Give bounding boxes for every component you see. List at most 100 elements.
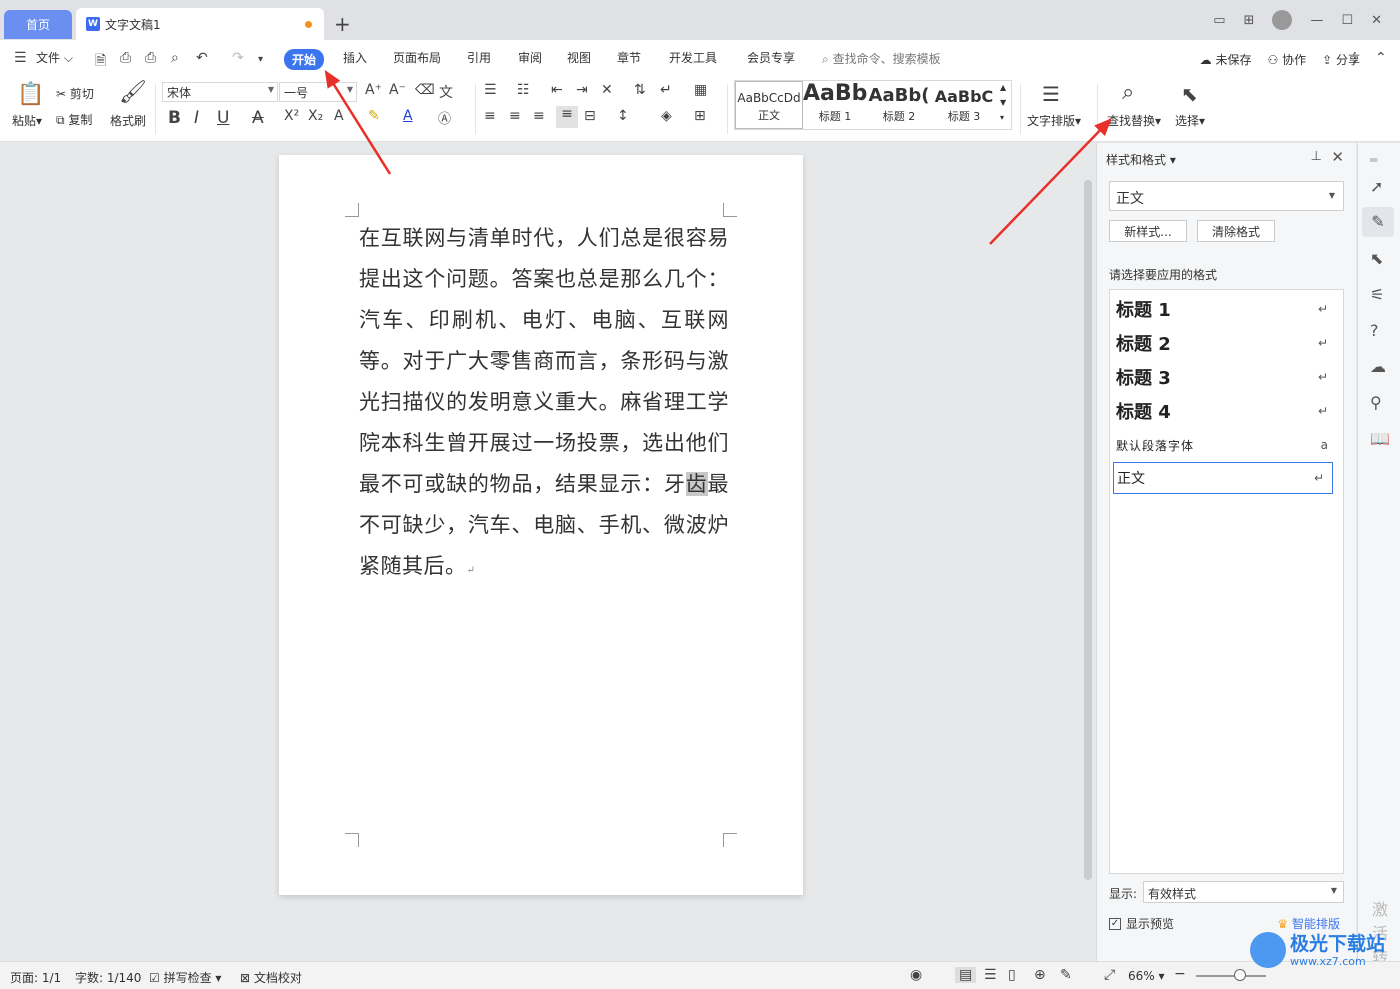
select-pointer-icon[interactable]: ⬉ bbox=[1181, 82, 1198, 106]
write-view-icon[interactable]: ✎ bbox=[1060, 967, 1072, 983]
distribute-icon[interactable]: ⊟ bbox=[584, 108, 596, 124]
italic-icon[interactable]: I bbox=[194, 108, 199, 128]
text-layout-button[interactable]: 文字排版▾ bbox=[1027, 112, 1081, 129]
phonetic-guide-icon[interactable]: 文 bbox=[439, 82, 453, 102]
minimize-icon[interactable]: — bbox=[1310, 13, 1323, 28]
find-replace-button[interactable]: 查找替换▾ bbox=[1107, 112, 1161, 129]
zoom-slider-knob[interactable] bbox=[1234, 969, 1246, 981]
magnifier-icon[interactable]: ⌕ bbox=[1122, 80, 1134, 105]
collaborate-button[interactable]: ⚇ 协作 bbox=[1267, 51, 1306, 68]
pin-icon[interactable]: ⊥ bbox=[1311, 149, 1322, 164]
document-page[interactable]: 在互联网与清单时代，人们总是很容易提出这个问题。答案也总是那么几个：汽车、印刷机… bbox=[279, 155, 803, 895]
outline-view-icon[interactable]: ☰ bbox=[984, 967, 997, 983]
show-preview-toggle[interactable]: ✓ 显示预览 bbox=[1109, 915, 1174, 932]
styles-panel-title[interactable]: 样式和格式 ▾ bbox=[1106, 151, 1176, 168]
style-list-item-default-font[interactable]: 默认段落字体 a bbox=[1116, 430, 1336, 460]
sort-icon[interactable]: ⇅ bbox=[634, 82, 646, 98]
text-effect-icon[interactable]: A bbox=[334, 108, 344, 124]
show-marks-icon[interactable]: ↵ bbox=[660, 82, 672, 98]
show-filter-select[interactable]: 有效样式 ▼ bbox=[1143, 881, 1344, 903]
save-icon[interactable]: 🗎 bbox=[95, 50, 106, 74]
current-style-select[interactable]: 正文 ▼ bbox=[1109, 181, 1344, 211]
word-count[interactable]: 字数: 1/140 bbox=[75, 969, 141, 986]
more-options-icon[interactable]: ⋮ bbox=[1348, 50, 1362, 66]
backup-icon[interactable]: ☁ bbox=[1370, 357, 1386, 376]
style-heading2[interactable]: AaBb( 标题 2 bbox=[867, 81, 931, 129]
web-view-icon[interactable]: ⊕ bbox=[1034, 967, 1046, 983]
char-border-icon[interactable]: Ⓐ bbox=[438, 108, 451, 127]
decrease-indent-icon[interactable]: ⇤ bbox=[551, 82, 563, 98]
paste-icon[interactable]: 📋 bbox=[17, 82, 44, 107]
close-window-icon[interactable]: ✕ bbox=[1371, 13, 1382, 28]
style-heading1[interactable]: AaBb 标题 1 bbox=[803, 81, 867, 129]
command-search[interactable]: ⌕ 查找命令、搜索模板 bbox=[822, 50, 941, 67]
zoom-slider[interactable] bbox=[1196, 969, 1266, 981]
document-body-text[interactable]: 在互联网与清单时代，人们总是很容易提出这个问题。答案也总是那么几个：汽车、印刷机… bbox=[359, 218, 729, 591]
text-layout-icon[interactable]: ☰ bbox=[1042, 82, 1060, 106]
doc-proof-button[interactable]: ⊠ 文档校对 bbox=[240, 969, 302, 986]
zoom-level[interactable]: 66% ▾ bbox=[1128, 969, 1165, 983]
line-spacing-icon[interactable]: ↕ bbox=[617, 108, 629, 124]
style-pen-icon[interactable]: ✎ bbox=[1362, 207, 1394, 237]
bold-icon[interactable]: B bbox=[168, 108, 181, 128]
justify-icon[interactable]: ≡ bbox=[556, 106, 578, 128]
unsaved-button[interactable]: ☁ 未保存 bbox=[1200, 51, 1252, 68]
menu-member[interactable]: 会员专享 bbox=[747, 49, 795, 66]
style-list-item-heading1[interactable]: 标题 1 ↵ bbox=[1116, 294, 1336, 324]
eye-protection-icon[interactable]: ◉ bbox=[910, 967, 922, 983]
location-icon[interactable]: ⚲ bbox=[1370, 393, 1382, 412]
cut-button[interactable]: ✂ 剪切 bbox=[56, 85, 94, 102]
bullet-list-icon[interactable]: ☰ bbox=[484, 82, 497, 98]
gallery-scroll-up-icon[interactable]: ▲ bbox=[1000, 83, 1006, 92]
menu-review[interactable]: 审阅 bbox=[518, 49, 542, 66]
selected-text[interactable]: 齿 bbox=[685, 472, 708, 496]
align-right-icon[interactable]: ≡ bbox=[533, 108, 545, 124]
font-size-select[interactable]: 一号 ▼ bbox=[279, 82, 357, 102]
font-color-icon[interactable]: A bbox=[403, 108, 413, 124]
style-list-item-heading2[interactable]: 标题 2 ↵ bbox=[1116, 328, 1336, 358]
gallery-expand-icon[interactable]: ▾ bbox=[1000, 113, 1004, 122]
increase-indent-icon[interactable]: ⇥ bbox=[576, 82, 588, 98]
grid-apps-icon[interactable]: ⊞ bbox=[1244, 13, 1255, 28]
underline-icon[interactable]: U bbox=[217, 108, 229, 128]
page-indicator[interactable]: 页面: 1/1 bbox=[10, 969, 61, 986]
layout-toggle-icon[interactable]: ▭ bbox=[1213, 13, 1225, 28]
menu-view[interactable]: 视图 bbox=[567, 49, 591, 66]
hamburger-menu-icon[interactable]: ☰ bbox=[14, 50, 27, 66]
document-tab[interactable]: W 文字文稿1 bbox=[76, 8, 324, 40]
print-preview-icon[interactable]: ⌕ bbox=[171, 50, 179, 66]
menu-insert[interactable]: 插入 bbox=[343, 49, 367, 66]
style-heading3[interactable]: AaBbC 标题 3 bbox=[931, 81, 997, 129]
shrink-font-icon[interactable]: A⁻ bbox=[389, 82, 406, 98]
undo-icon[interactable]: ↶ bbox=[196, 50, 208, 66]
subscript-icon[interactable]: X₂ bbox=[308, 108, 323, 124]
menu-page-layout[interactable]: 页面布局 bbox=[393, 49, 441, 66]
chinese-layout-icon[interactable]: ✕ bbox=[601, 82, 613, 98]
format-painter-button[interactable]: 格式刷 bbox=[110, 112, 146, 129]
new-style-button[interactable]: 新样式... bbox=[1109, 220, 1187, 242]
fit-page-icon[interactable]: ⤢ bbox=[1104, 967, 1115, 983]
style-list-item-normal[interactable]: 正文 ↵ bbox=[1113, 462, 1333, 494]
redo-icon[interactable]: ↷ bbox=[232, 50, 244, 66]
numbered-list-icon[interactable]: ☷ bbox=[517, 82, 530, 98]
preview-checkbox[interactable]: ✓ bbox=[1109, 917, 1121, 930]
menu-developer[interactable]: 开发工具 bbox=[669, 49, 717, 66]
align-left-icon[interactable]: ≡ bbox=[484, 108, 496, 124]
strikethrough-icon[interactable]: A bbox=[252, 108, 264, 128]
highlight-icon[interactable]: ✎ bbox=[368, 108, 380, 124]
help-icon[interactable]: ? bbox=[1370, 321, 1379, 340]
user-avatar[interactable] bbox=[1272, 10, 1293, 30]
grow-font-icon[interactable]: A⁺ bbox=[365, 82, 382, 98]
spell-check-button[interactable]: ☑ 拼写检查 ▾ bbox=[149, 969, 221, 986]
style-normal[interactable]: AaBbCcDd 正文 bbox=[735, 81, 803, 129]
font-name-select[interactable]: 宋体 ▼ bbox=[162, 82, 278, 102]
shading-icon[interactable]: ◈ bbox=[661, 108, 672, 124]
reading-view-icon[interactable]: ▯ bbox=[1008, 967, 1016, 983]
file-menu[interactable]: 文件 ⌵ bbox=[36, 49, 73, 66]
style-list-item-heading4[interactable]: 标题 4 ↵ bbox=[1116, 396, 1336, 426]
maximize-icon[interactable]: ☐ bbox=[1341, 13, 1353, 28]
home-tab[interactable]: 首页 bbox=[4, 10, 72, 39]
copy-button[interactable]: ⧉ 复制 bbox=[56, 111, 92, 128]
superscript-icon[interactable]: X² bbox=[284, 108, 299, 124]
gallery-scroll-down-icon[interactable]: ▼ bbox=[1000, 98, 1006, 107]
